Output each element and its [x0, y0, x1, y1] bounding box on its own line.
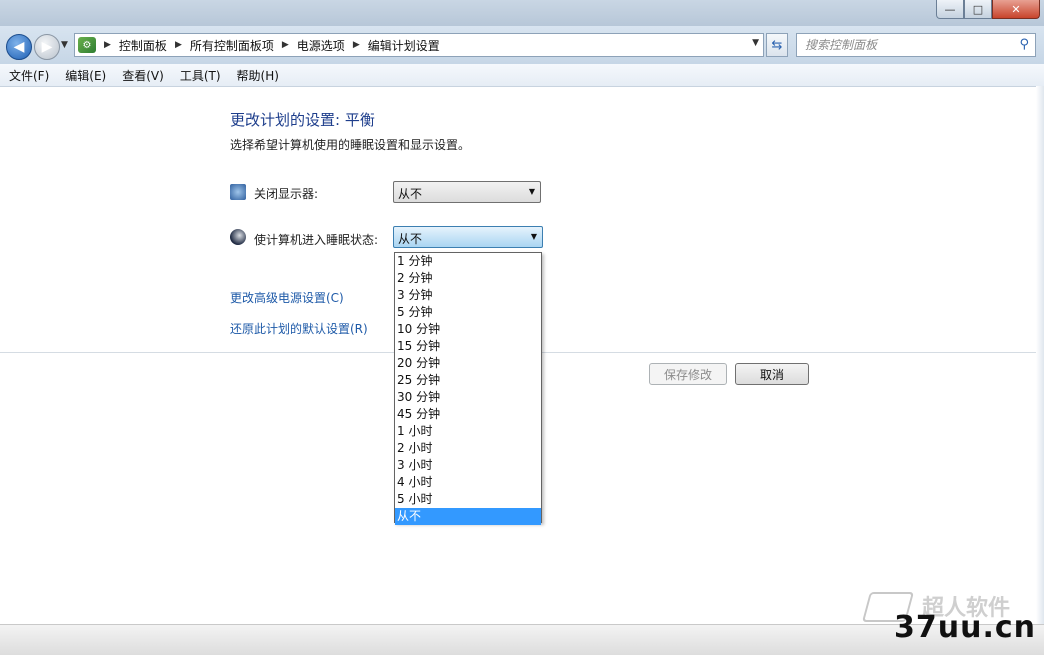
dropdown-option[interactable]: 3 分钟	[395, 287, 541, 304]
save-changes-button[interactable]: 保存修改	[649, 363, 727, 385]
arrow-left-icon: ◀	[13, 39, 25, 55]
dropdown-option[interactable]: 30 分钟	[395, 389, 541, 406]
search-icon[interactable]: ⚲	[1019, 37, 1029, 52]
menu-edit[interactable]: 编辑(E)	[58, 67, 113, 84]
dropdown-option[interactable]: 10 分钟	[395, 321, 541, 338]
dropdown-option[interactable]: 15 分钟	[395, 338, 541, 355]
breadcrumb-power-options[interactable]: 电源选项	[297, 37, 345, 54]
chevron-right-icon[interactable]: ▶	[282, 40, 289, 50]
dropdown-option[interactable]: 1 分钟	[395, 253, 541, 270]
dropdown-option[interactable]: 3 小时	[395, 457, 541, 474]
monitor-icon	[230, 184, 246, 200]
chevron-down-icon: ▼	[530, 232, 537, 241]
page-subtitle: 选择希望计算机使用的睡眠设置和显示设置。	[230, 138, 471, 152]
window-edge	[1036, 86, 1044, 624]
status-bar	[0, 624, 1044, 655]
dropdown-option[interactable]: 2 分钟	[395, 270, 541, 287]
dropdown-option[interactable]: 1 小时	[395, 423, 541, 440]
minimize-button[interactable]: —	[936, 0, 964, 19]
sleep-dropdown-list: 1 分钟 2 分钟 3 分钟 5 分钟 10 分钟 15 分钟 20 分钟 25…	[394, 252, 542, 525]
address-dropdown-icon[interactable]: ▼	[752, 38, 759, 48]
control-panel-icon: ⚙	[78, 37, 96, 53]
chevron-down-icon: ▼	[61, 40, 68, 50]
dropdown-option-selected[interactable]: 从不	[395, 508, 541, 525]
search-input[interactable]	[803, 37, 1007, 53]
title-bar: — □ ✕	[0, 0, 1044, 26]
window-controls: — □ ✕	[936, 0, 1040, 20]
display-off-label: 关闭显示器:	[254, 187, 319, 201]
search-box: ⚲	[796, 33, 1036, 57]
dropdown-option[interactable]: 25 分钟	[395, 372, 541, 389]
restore-defaults-link[interactable]: 还原此计划的默认设置(R)	[230, 320, 368, 337]
cancel-button[interactable]: 取消	[735, 363, 809, 385]
back-button[interactable]: ◀	[6, 34, 32, 60]
menu-view[interactable]: 查看(V)	[115, 67, 171, 84]
breadcrumb-edit-plan[interactable]: 编辑计划设置	[368, 37, 440, 54]
page-title: 更改计划的设置: 平衡	[230, 111, 375, 129]
chevron-down-icon: ▼	[528, 187, 535, 196]
forward-button[interactable]: ▶	[34, 34, 60, 60]
advanced-power-settings-link[interactable]: 更改高级电源设置(C)	[230, 289, 344, 306]
chevron-right-icon[interactable]: ▶	[353, 40, 360, 50]
recent-pages-dropdown[interactable]: ▼	[61, 40, 68, 50]
chevron-right-icon[interactable]: ▶	[175, 40, 182, 50]
sleep-label: 使计算机进入睡眠状态:	[254, 233, 379, 247]
dropdown-option[interactable]: 20 分钟	[395, 355, 541, 372]
breadcrumb-control-panel[interactable]: 控制面板	[119, 37, 167, 54]
watermark-url: 37uu.cn	[894, 610, 1036, 645]
dropdown-option[interactable]: 5 小时	[395, 491, 541, 508]
refresh-button[interactable]: ⇆	[766, 33, 788, 57]
dropdown-option[interactable]: 4 小时	[395, 474, 541, 491]
dropdown-option[interactable]: 45 分钟	[395, 406, 541, 423]
sleep-select[interactable]: 从不 ▼	[393, 226, 543, 248]
arrow-right-icon: ▶	[41, 39, 53, 55]
menu-bar: 文件(F) 编辑(E) 查看(V) 工具(T) 帮助(H)	[0, 64, 1044, 87]
menu-help[interactable]: 帮助(H)	[230, 67, 286, 84]
sleep-value: 从不	[398, 232, 423, 246]
chevron-right-icon[interactable]: ▶	[104, 40, 111, 50]
dropdown-option[interactable]: 2 小时	[395, 440, 541, 457]
refresh-icon: ⇆	[771, 37, 783, 53]
close-button[interactable]: ✕	[992, 0, 1040, 19]
sleep-moon-icon	[230, 229, 246, 245]
maximize-button[interactable]: □	[964, 0, 992, 19]
dropdown-option[interactable]: 5 分钟	[395, 304, 541, 321]
breadcrumb-all-items[interactable]: 所有控制面板项	[190, 37, 274, 54]
menu-file[interactable]: 文件(F)	[2, 67, 56, 84]
display-off-value: 从不	[398, 187, 423, 201]
menu-tools[interactable]: 工具(T)	[173, 67, 228, 84]
display-off-select[interactable]: 从不 ▼	[393, 181, 541, 203]
address-bar[interactable]: ⚙ ▶ 控制面板 ▶ 所有控制面板项 ▶ 电源选项 ▶ 编辑计划设置 ▼	[74, 33, 764, 57]
